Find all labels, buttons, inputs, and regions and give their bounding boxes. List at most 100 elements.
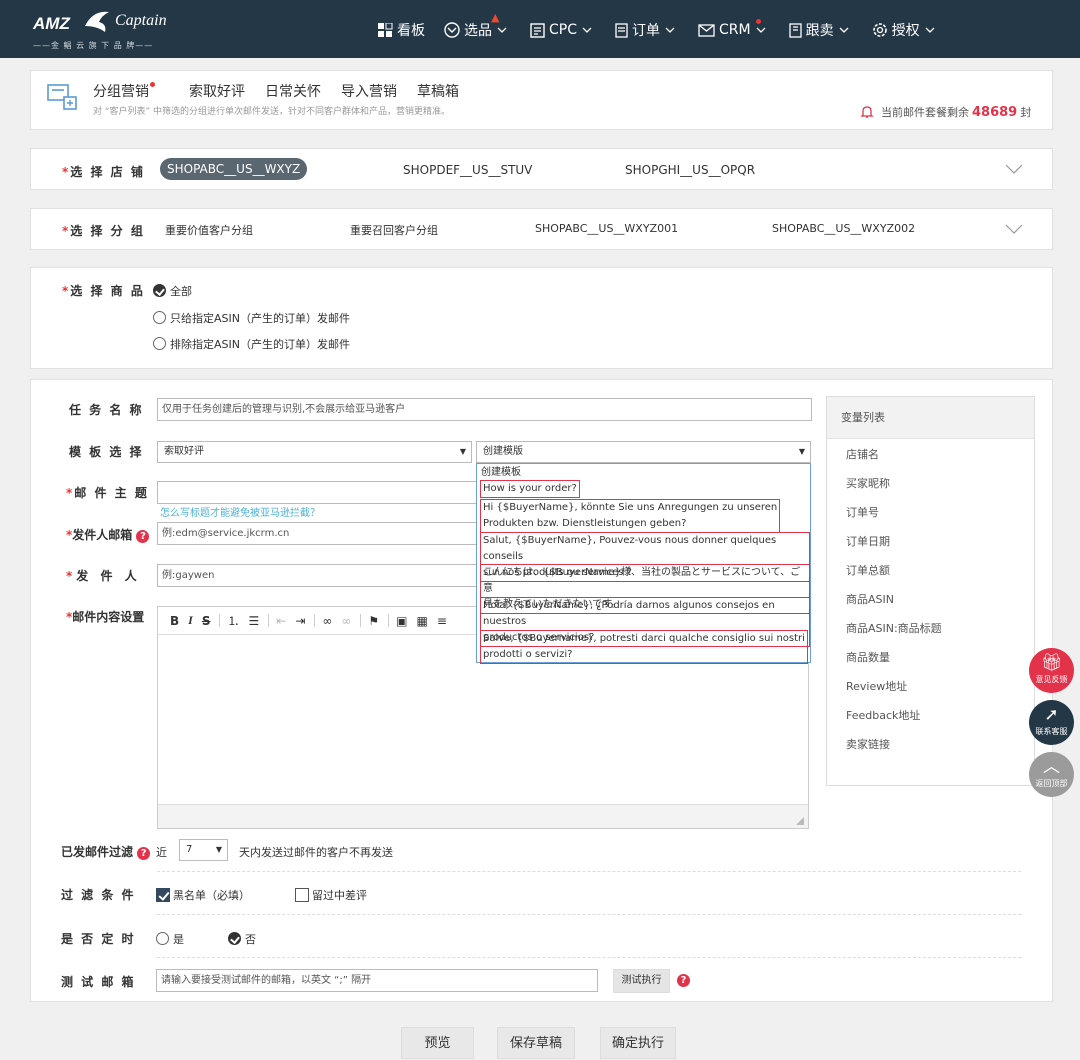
sender-name-input[interactable]: 例:gaywen — [157, 564, 477, 587]
sender-name-label: *发 件 人 — [66, 569, 141, 583]
flag-icon[interactable]: ⚑ — [368, 614, 379, 628]
variables-panel: 变量列表 店铺名 买家昵称 订单号 订单日期 订单总额 商品ASIN 商品ASI… — [826, 396, 1035, 786]
nav-orders[interactable]: 订单 — [615, 19, 679, 41]
sender-email-input[interactable]: 例:edm@service.jkcrm.cn — [157, 522, 477, 545]
indent-icon[interactable]: ⇥ — [295, 614, 305, 628]
help-icon[interactable]: ? — [677, 974, 690, 987]
toolbar-divider — [314, 614, 316, 627]
chevron-down-icon[interactable] — [1005, 224, 1023, 234]
table-icon[interactable]: ▦ — [417, 614, 428, 628]
brand-logo[interactable]: AMZ Captain ——金 鲳 云 旗 下 品 牌—— — [33, 6, 167, 54]
variable-item[interactable]: Feedback地址 — [846, 707, 920, 723]
group-label: *选 择 分 组 — [62, 222, 145, 239]
group-option[interactable]: SHOPABC__US__WXYZ001 — [535, 222, 678, 235]
shop-option[interactable]: SHOPDEF__US__STUV — [403, 163, 532, 177]
dashboard-icon — [378, 23, 393, 37]
blacklist-label: 黑名单（必填） — [173, 889, 250, 902]
bad-review-checkbox[interactable]: 留过中差评 — [295, 887, 367, 903]
nav-dashboard[interactable]: 看板 — [378, 19, 425, 41]
image-icon[interactable]: ▣ — [396, 614, 407, 628]
blacklist-checkbox[interactable]: 黑名单（必填） — [156, 887, 250, 903]
bell-icon — [860, 106, 874, 118]
outdent-icon[interactable]: ⇤ — [276, 614, 286, 628]
ordered-list-icon[interactable]: ⒈ — [227, 612, 239, 629]
caret-down-icon: ▼ — [459, 447, 466, 456]
strikethrough-icon[interactable]: S — [202, 614, 211, 628]
resize-handle-icon[interactable] — [796, 817, 804, 825]
tab-group-marketing[interactable]: 分组营销 — [93, 81, 169, 101]
group-option[interactable]: 重要价值客户分组 — [165, 222, 253, 238]
help-icon[interactable]: ? — [137, 847, 151, 860]
nav-follow-sell[interactable]: 跟卖 — [788, 19, 853, 41]
quota-value: 48689 — [972, 104, 1018, 120]
variable-item[interactable]: Review地址 — [846, 678, 907, 694]
contact-service-float-button[interactable]: ➚ 联系客服 — [1029, 700, 1074, 745]
unlink-icon[interactable]: ∞ — [341, 614, 351, 628]
shop-option-selected[interactable]: SHOPABC__US__WXYZ — [160, 158, 308, 180]
sender-name-label-text: 发 件 人 — [76, 569, 141, 583]
dropdown-option[interactable]: Hi {$BuyerName}, könnte Sie uns Anregung… — [480, 499, 781, 533]
bullet-list-icon[interactable]: ☰ — [249, 614, 260, 628]
dropdown-option[interactable]: Salve, {$Buyername}, potresti darci qual… — [480, 630, 808, 664]
product-option-exclude-asin[interactable]: 排除指定ASIN（产生的订单）发邮件 — [153, 336, 350, 352]
radio-checked-icon — [153, 284, 166, 297]
tab-drafts[interactable]: 草稿箱 — [417, 81, 459, 101]
save-draft-button[interactable]: 保存草稿 — [497, 1027, 575, 1059]
variable-item[interactable]: 订单总额 — [846, 562, 890, 578]
product-option-include-asin[interactable]: 只给指定ASIN（产生的订单）发邮件 — [153, 310, 350, 326]
shop-option[interactable]: SHOPGHI__US__OPQR — [625, 163, 755, 177]
bold-icon[interactable]: B — [170, 614, 179, 628]
orders-icon — [615, 22, 628, 38]
product-option-all[interactable]: 全部 — [153, 283, 192, 299]
back-to-top-label: 返回顶部 — [1035, 779, 1068, 788]
subject-input[interactable] — [157, 481, 477, 504]
nav-authorization[interactable]: 授权 — [872, 19, 939, 41]
template-select[interactable]: 创建模版 ▼ — [476, 441, 811, 463]
template-type-select[interactable]: 索取好评 ▼ — [157, 441, 472, 463]
cpc-icon — [530, 22, 545, 38]
timed-yes-radio[interactable]: 是 — [156, 931, 184, 947]
task-name-input[interactable]: 仅用于任务创建后的管理与识别,不会展示给亚马逊客户 — [157, 398, 812, 421]
variable-item[interactable]: 商品数量 — [846, 649, 890, 665]
subject-help-link[interactable]: 怎么写标题才能避免被亚马逊拦截？ — [160, 504, 320, 519]
variable-item[interactable]: 卖家链接 — [846, 736, 890, 752]
tab-import-marketing[interactable]: 导入营销 — [341, 81, 397, 101]
dropdown-option[interactable]: How is your order? — [480, 480, 580, 498]
nav-product-selection[interactable]: 选品 ▲ — [444, 11, 511, 41]
tab-daily-care[interactable]: 日常关怀 — [265, 81, 321, 101]
nav-cpc[interactable]: CPC — [530, 19, 596, 41]
variable-item[interactable]: 订单日期 — [846, 533, 890, 549]
preview-button[interactable]: 预览 — [401, 1027, 474, 1059]
variable-item[interactable]: 商品ASIN:商品标题 — [846, 620, 942, 636]
sender-email-label: *发件人邮箱 ? — [66, 526, 150, 543]
test-email-input[interactable]: 请输入要接受测试邮件的邮箱，以英文 “;” 隔开 — [156, 969, 598, 992]
caret-down-icon: ▼ — [215, 845, 222, 854]
help-icon[interactable]: ? — [136, 530, 150, 543]
timed-no-radio[interactable]: 否 — [228, 931, 256, 947]
variable-item[interactable]: 买家昵称 — [846, 475, 890, 491]
tab-request-review[interactable]: 索取好评 — [189, 81, 245, 101]
nav-follow-sell-label: 跟卖 — [805, 23, 834, 39]
radio-icon — [153, 337, 166, 350]
link-icon[interactable]: ∞ — [322, 614, 332, 628]
filter-days-select[interactable]: 7 ▼ — [179, 839, 228, 861]
feedback-float-button[interactable]: 🎁︎ 意见反馈 — [1029, 648, 1074, 693]
variable-item[interactable]: 订单号 — [846, 504, 879, 520]
chevron-down-icon[interactable] — [1005, 164, 1023, 174]
italic-icon[interactable]: I — [188, 613, 193, 628]
variable-item[interactable]: 店铺名 — [846, 446, 879, 462]
dropdown-option-line: Salut, {$BuyerName}, Pouvez-vous nous do… — [483, 535, 777, 562]
variable-item[interactable]: 商品ASIN — [846, 591, 894, 607]
product-label-text: 选 择 商 品 — [70, 284, 145, 298]
chevron-down-icon — [925, 27, 935, 33]
back-to-top-float-button[interactable]: ︿ 返回顶部 — [1029, 752, 1074, 797]
test-execute-button[interactable]: 测试执行 — [613, 969, 670, 993]
group-option[interactable]: SHOPABC__US__WXYZ002 — [772, 222, 915, 235]
dropdown-option-create[interactable]: 创建模板 — [481, 465, 521, 480]
sent-filter-label-text: 已发邮件过滤 — [61, 845, 134, 859]
confirm-execute-button[interactable]: 确定执行 — [600, 1027, 676, 1059]
align-icon[interactable]: ≡ — [437, 614, 447, 628]
nav-crm[interactable]: CRM — [698, 19, 770, 41]
mail-icon — [698, 23, 715, 37]
group-option[interactable]: 重要召回客户分组 — [350, 222, 438, 238]
